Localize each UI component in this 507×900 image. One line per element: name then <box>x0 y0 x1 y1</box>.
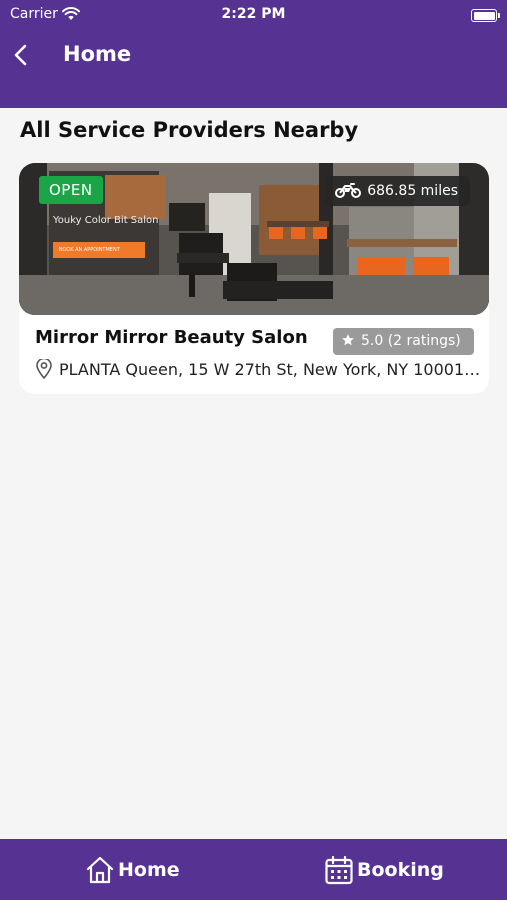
bottom-tab-bar: Home Booking <box>0 839 507 900</box>
rating-text: 5.0 (2 ratings) <box>361 333 461 349</box>
open-status-badge: OPEN <box>39 176 103 204</box>
tab-home[interactable]: Home <box>85 839 180 900</box>
photo-cta-text: BOOK AN APPOINTMENT <box>53 242 145 258</box>
rating-badge: 5.0 (2 ratings) <box>333 328 474 355</box>
tab-home-label: Home <box>118 858 180 881</box>
provider-card[interactable]: OPEN 686.85 miles Youky Color Bit Salon … <box>19 163 489 394</box>
location-pin-icon <box>36 359 52 379</box>
page-title: Home <box>63 42 132 66</box>
salon-photo: OPEN 686.85 miles Youky Color Bit Salon … <box>19 163 489 315</box>
chevron-left-icon[interactable] <box>10 42 34 68</box>
star-icon <box>342 333 354 345</box>
provider-name: Mirror Mirror Beauty Salon <box>35 327 308 348</box>
tab-booking[interactable]: Booking <box>324 839 444 900</box>
house-icon <box>86 856 114 883</box>
status-bar: Carrier 2:22 PM <box>0 4 507 26</box>
clock: 2:22 PM <box>221 6 286 22</box>
section-title: All Service Providers Nearby <box>20 118 359 142</box>
distance-badge: 686.85 miles <box>325 176 470 206</box>
distance-text: 686.85 miles <box>367 183 458 199</box>
top-navigation-bar: Carrier 2:22 PM Home <box>0 0 507 108</box>
motorcycle-icon <box>335 182 362 198</box>
battery-icon <box>471 9 500 22</box>
calendar-icon <box>325 855 353 884</box>
provider-address: PLANTA Queen, 15 W 27th St, New York, NY… <box>35 359 487 381</box>
tab-booking-label: Booking <box>357 858 444 881</box>
address-text: PLANTA Queen, 15 W 27th St, New York, NY… <box>59 360 485 379</box>
photo-sign-text: Youky Color Bit Salon <box>53 215 159 226</box>
